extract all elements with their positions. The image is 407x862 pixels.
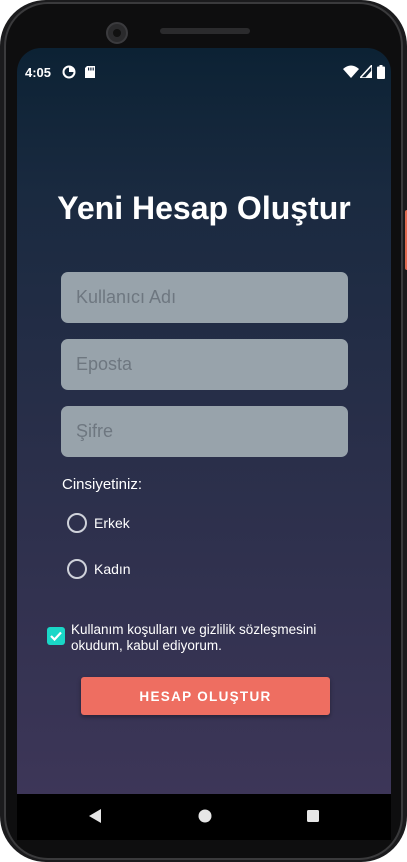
- radio-label-female: Kadın: [94, 561, 131, 577]
- email-placeholder: Eposta: [76, 354, 133, 374]
- radio-label-male: Erkek: [94, 515, 130, 531]
- email-input[interactable]: Eposta: [61, 339, 348, 390]
- signal-icon: [358, 63, 373, 81]
- home-icon[interactable]: [197, 808, 213, 829]
- radio-button-icon[interactable]: [67, 559, 87, 579]
- back-icon[interactable]: [87, 808, 103, 829]
- create-account-button[interactable]: HESAP OLUŞTUR: [81, 677, 330, 715]
- password-input[interactable]: Şifre: [61, 406, 348, 457]
- app-screen: 4:05 Yeni Hesap Oluştur Kullanıcı Adı Ep…: [17, 48, 391, 794]
- front-camera: [106, 22, 128, 44]
- wifi-icon: [343, 65, 359, 81]
- data-saver-icon: [62, 65, 76, 82]
- radio-button-icon[interactable]: [67, 513, 87, 533]
- username-placeholder: Kullanıcı Adı: [76, 287, 177, 307]
- username-input[interactable]: Kullanıcı Adı: [61, 272, 348, 323]
- earpiece-speaker: [160, 28, 250, 34]
- radio-option-female[interactable]: Kadın: [67, 558, 131, 580]
- page-title: Yeni Hesap Oluştur: [57, 190, 351, 226]
- phone-frame: 4:05 Yeni Hesap Oluştur Kullanıcı Adı Ep…: [0, 0, 407, 862]
- battery-icon: [377, 65, 385, 82]
- recents-icon[interactable]: [305, 808, 321, 829]
- terms-text: Kullanım koşulları ve gizlilik sözleşmes…: [71, 622, 317, 653]
- checkmark-icon: [50, 631, 62, 642]
- gender-label: Cinsiyetiniz:: [62, 476, 143, 493]
- status-time: 4:05: [25, 65, 52, 80]
- status-bar: 4:05: [17, 48, 391, 96]
- password-placeholder: Şifre: [76, 421, 114, 441]
- system-navigation-bar: [17, 794, 391, 840]
- terms-checkbox-row[interactable]: Kullanım koşulları ve gizlilik sözleşmes…: [47, 622, 347, 654]
- terms-checkbox[interactable]: [47, 627, 65, 645]
- sd-card-icon: [84, 65, 96, 82]
- create-account-button-label: HESAP OLUŞTUR: [139, 688, 272, 704]
- radio-option-male[interactable]: Erkek: [67, 512, 130, 534]
